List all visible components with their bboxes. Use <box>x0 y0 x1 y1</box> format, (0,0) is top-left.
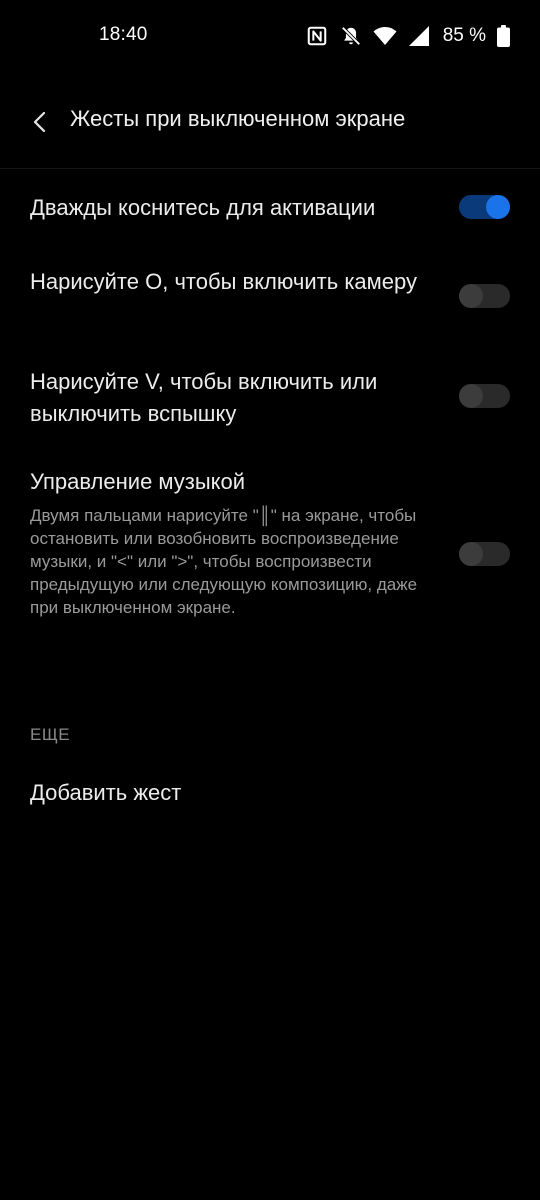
setting-title: Управление музыкой <box>30 469 246 494</box>
toggle-knob <box>459 284 483 308</box>
signal-icon <box>407 24 431 48</box>
app-bar: Жесты при выключенном экране <box>0 72 540 169</box>
bell-off-icon <box>339 24 363 48</box>
draw-v-flashlight-toggle[interactable] <box>459 384 510 408</box>
setting-summary: Двумя пальцами нарисуйте "║" на экране, … <box>30 506 418 617</box>
toggle-knob <box>459 542 483 566</box>
setting-title: Нарисуйте V, чтобы включить или выключит… <box>30 369 378 426</box>
battery-percent: 85 % <box>442 25 486 46</box>
nfc-icon <box>305 24 329 48</box>
setting-draw-v-flashlight[interactable]: Нарисуйте V, чтобы включить или выключит… <box>0 360 540 432</box>
page-title: Жесты при выключенном экране <box>70 106 406 131</box>
music-control-toggle[interactable] <box>459 542 510 566</box>
section-header-more: ЕЩЕ <box>30 725 71 744</box>
back-arrow-icon <box>33 111 46 133</box>
setting-double-tap[interactable]: Дважды коснитесь для активации <box>0 184 540 232</box>
draw-o-camera-toggle[interactable] <box>459 284 510 308</box>
toggle-knob <box>486 195 510 219</box>
wifi-icon <box>373 24 397 48</box>
back-button[interactable] <box>22 104 58 140</box>
battery-icon <box>496 24 510 48</box>
status-icons: 85 % <box>305 22 510 50</box>
setting-draw-o-camera[interactable]: Нарисуйте O, чтобы включить камеру <box>0 260 540 332</box>
status-bar: 18:40 85 % <box>0 0 540 72</box>
setting-music-control[interactable]: Управление музыкой Двумя пальцами нарису… <box>0 464 540 648</box>
setting-title: Дважды коснитесь для активации <box>30 195 376 220</box>
add-gesture-button[interactable]: Добавить жест <box>30 780 181 806</box>
setting-title: Нарисуйте O, чтобы включить камеру <box>30 269 418 294</box>
double-tap-toggle[interactable] <box>459 195 510 219</box>
toggle-knob <box>459 384 483 408</box>
status-time: 18:40 <box>99 24 148 45</box>
